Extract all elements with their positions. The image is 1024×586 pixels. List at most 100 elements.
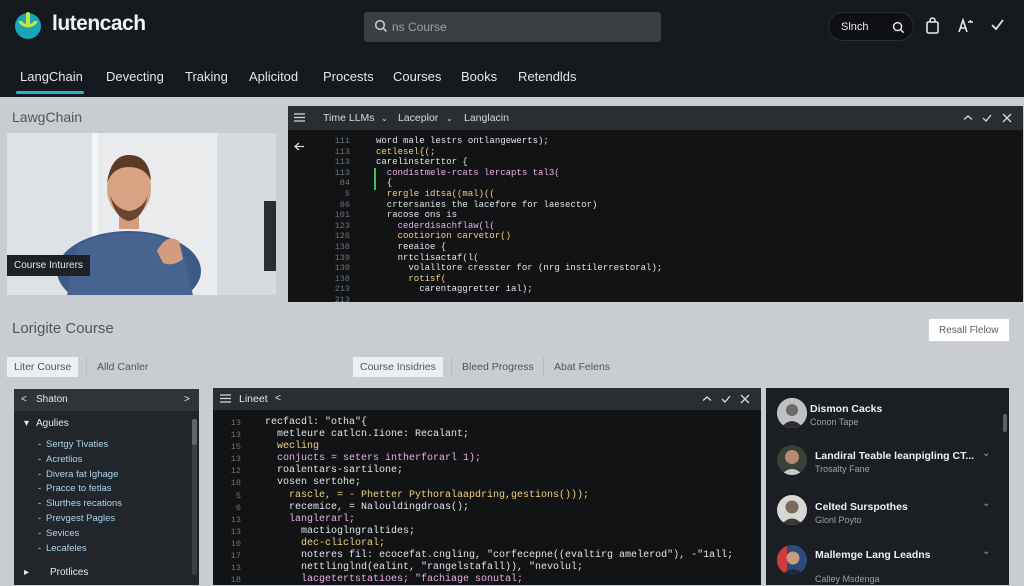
collapse-icon[interactable] xyxy=(963,113,973,123)
item-title[interactable]: Mallemge Lang Leadns xyxy=(815,549,931,561)
code-line: mactioglngraltides; xyxy=(253,525,416,537)
related-panel: Dismon Cacks Conon Tape Landiral Teable … xyxy=(766,388,1009,585)
sidebar-item[interactable]: Divera fat Ighage xyxy=(46,469,118,480)
sidebar-header[interactable]: < Shaton > xyxy=(14,389,199,411)
sidebar-item[interactable]: Pracce to fetlas xyxy=(46,483,111,494)
code-content[interactable]: word male lestrs ontlangewerts); cetlesel… xyxy=(376,136,662,295)
app-brand[interactable]: lutencach xyxy=(52,12,146,36)
sidebar-item[interactable]: Sertgy Tivaties xyxy=(46,439,108,450)
code-line: langlerarl; xyxy=(253,513,356,525)
line-number: 213 xyxy=(334,294,350,305)
text-translate-icon[interactable] xyxy=(957,17,974,34)
avatar xyxy=(777,495,807,525)
check-icon[interactable] xyxy=(990,17,1005,32)
code-line: cetlesel{(; xyxy=(376,146,436,157)
nav-active-indicator xyxy=(16,91,84,94)
sidebar-item[interactable]: Slurthes recations xyxy=(46,498,122,509)
menu-icon[interactable] xyxy=(220,394,231,403)
expand-icon[interactable]: ▾ xyxy=(24,418,29,429)
tab-alld-canler[interactable]: Alld Canler xyxy=(86,357,148,377)
nav-item-langchain[interactable]: LangChain xyxy=(20,69,83,84)
chevron-down-icon[interactable]: ⌄ xyxy=(381,114,388,123)
editor-tab-time-llms[interactable]: Time LLMs xyxy=(323,112,375,124)
close-icon[interactable] xyxy=(1002,113,1012,123)
sidebar-group-protlices[interactable]: Protlices xyxy=(50,567,88,578)
editor-tab-laceplor[interactable]: Laceplor xyxy=(398,112,438,124)
code-content[interactable]: recfacdl: "otha"{ metleure catlcn.Iione:… xyxy=(253,417,733,586)
item-title[interactable]: Celted Surspothes xyxy=(815,501,908,513)
code-line: rotisf( xyxy=(376,273,447,284)
scrollbar[interactable] xyxy=(1003,414,1007,432)
line-number: 17 xyxy=(230,551,241,562)
code-line: lacgetertstatioes; "fachiage sonutal; xyxy=(253,574,524,586)
line-number: 5 xyxy=(235,490,241,501)
menu-icon[interactable] xyxy=(294,113,305,122)
back-arrow-icon[interactable] xyxy=(294,142,305,151)
code-line: dec-clicloral; xyxy=(253,537,386,549)
sidebar-item[interactable]: Acretlios xyxy=(46,454,82,465)
tab-abat-felens[interactable]: Abat Felens xyxy=(543,357,610,377)
chevron-down-icon[interactable]: ⌄ xyxy=(982,498,990,509)
code-editor-bottom[interactable]: Lineet < 13 13 15 13 12 18 5 6 13 13 10 17 13 18 recf… xyxy=(213,388,761,585)
reset-button[interactable]: Resall Flelow xyxy=(928,318,1010,342)
code-line: metleure catlcn.Iione: Recalant; xyxy=(253,429,470,441)
code-line: word male lestrs ontlangewerts); xyxy=(376,136,549,146)
code-line: conjucts = seters intherforarl 1); xyxy=(253,453,482,465)
chevron-down-icon[interactable]: ⌄ xyxy=(982,448,990,459)
code-editor-top[interactable]: Time LLMs ⌄ Laceplor ⌄ Langlacin 111 113 1… xyxy=(288,106,1023,305)
code-line: recemice, = Nalouldingdroas(); xyxy=(253,501,470,513)
chevron-left-icon[interactable]: < xyxy=(21,394,27,405)
chevron-down-icon[interactable]: ⌄ xyxy=(982,546,990,557)
sidebar-item[interactable]: Prevgest Pagles xyxy=(46,513,115,524)
nav-item-aplicitod[interactable]: Aplicitod xyxy=(249,69,298,84)
sidebar-group-agulies[interactable]: Agulies xyxy=(36,418,69,429)
code-line: carentaggretter ial); xyxy=(376,284,533,295)
item-subtitle: Conon Tape xyxy=(810,417,859,427)
tab-bleed-progress[interactable]: Bleed Progress xyxy=(451,357,534,377)
sidebar-item[interactable]: Sevices xyxy=(46,528,79,539)
line-number: 84 xyxy=(339,178,350,189)
line-number: 13 xyxy=(230,430,241,441)
scrollbar[interactable] xyxy=(192,419,197,575)
code-line: vosen sertohe; xyxy=(253,477,362,489)
bag-icon[interactable] xyxy=(925,17,940,34)
signin-button[interactable]: Slnch xyxy=(828,12,914,41)
line-number: 12 xyxy=(230,466,241,477)
close-icon[interactable] xyxy=(740,394,750,404)
nav-item-courses[interactable]: Courses xyxy=(393,69,441,84)
chevron-right-icon[interactable]: > xyxy=(184,394,190,405)
nav-item-procests[interactable]: Procests xyxy=(323,69,374,84)
nav-item-books[interactable]: Books xyxy=(461,69,497,84)
nav-item-retendlds[interactable]: Retendlds xyxy=(518,69,577,84)
line-number: 123 xyxy=(334,220,350,231)
line-number: 113 xyxy=(334,146,350,157)
nav-item-traking[interactable]: Traking xyxy=(185,69,228,84)
tab-course-insidries[interactable]: Course Insidries xyxy=(353,357,443,377)
code-line: noteres fil: ecocefat.cngling, "corfecep… xyxy=(253,550,734,562)
sidebar-item[interactable]: Lecafeles xyxy=(46,543,87,554)
check-icon[interactable] xyxy=(721,394,731,404)
expand-icon[interactable]: ▸ xyxy=(24,567,29,578)
line-number: 13 xyxy=(230,563,241,574)
editor-tab-langlacin[interactable]: Langlacin xyxy=(464,112,509,124)
chevron-left-icon[interactable]: < xyxy=(275,392,281,404)
search-input[interactable]: ns Course xyxy=(364,12,661,42)
line-number: 86 xyxy=(339,199,350,210)
course-title: Lorigite Course xyxy=(12,320,114,337)
tab-liter-course[interactable]: Liter Course xyxy=(7,357,79,377)
item-title[interactable]: Dismon Cacks xyxy=(810,403,882,415)
logo-icon[interactable] xyxy=(12,9,44,41)
editor-title: Lineet xyxy=(239,393,268,405)
line-number: 101 xyxy=(334,210,350,221)
chevron-down-icon[interactable]: ⌄ xyxy=(446,114,453,123)
check-icon[interactable] xyxy=(982,113,992,123)
line-numbers: 111 113 113 113 84 5 86 101 123 126 138 139 130 138 21… xyxy=(326,136,350,306)
item-title[interactable]: Landiral Teable leanpigling CT... xyxy=(815,450,974,462)
code-line: nettlinglnd(ealint, "rangelstafall)), "n… xyxy=(253,562,584,574)
nav-item-devecting[interactable]: Devecting xyxy=(106,69,164,84)
code-line: cootiorion carvetor() xyxy=(376,231,512,242)
collapse-icon[interactable] xyxy=(702,394,712,404)
top-bar: lutencach ns Course Slnch LangChain Deve… xyxy=(0,0,1024,97)
item-subtitle: Glonl Poyto xyxy=(815,515,862,525)
line-number: 13 xyxy=(230,454,241,465)
